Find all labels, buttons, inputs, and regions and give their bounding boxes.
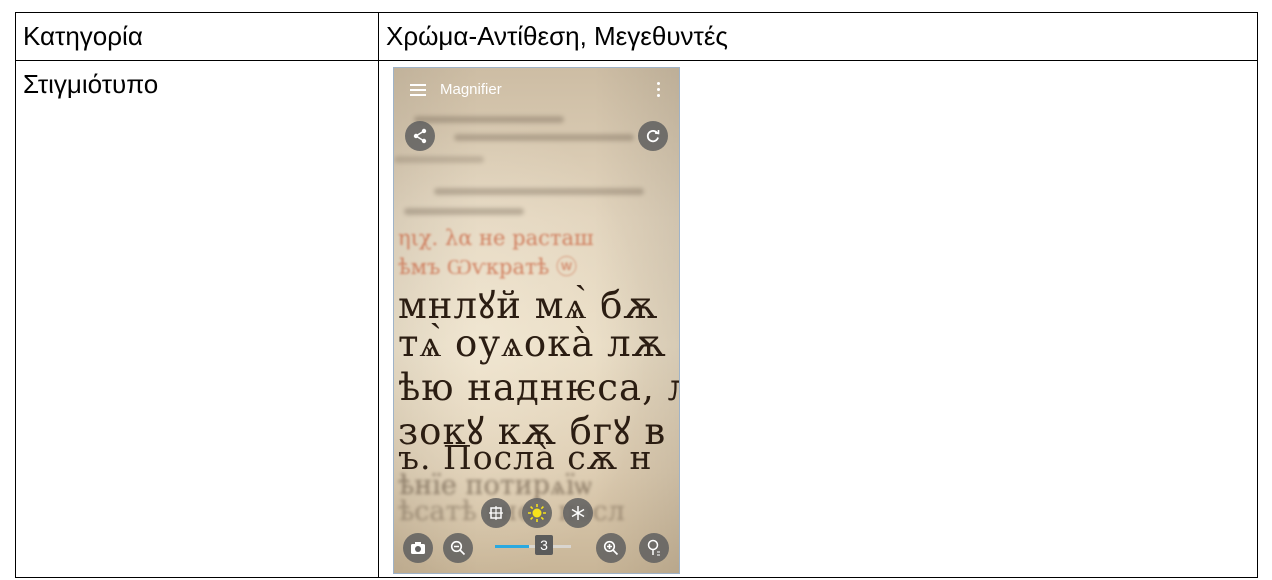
page-red-line-2: ѣмъ Ѡѵкратѣ ⓦ (398, 255, 577, 279)
app-title: Magnifier (440, 81, 502, 98)
zoom-slider-fill (495, 545, 530, 548)
blurred-text-line (414, 116, 564, 123)
blurred-text-line (434, 188, 644, 195)
blurred-text-line (454, 134, 634, 141)
zoom-slider[interactable] (495, 545, 571, 548)
zoom-in-icon[interactable] (596, 533, 626, 563)
camera-icon[interactable] (403, 533, 433, 563)
category-value: Χρώμα-Αντίθεση, Μεγεθυντές (386, 21, 728, 51)
brightness-icon[interactable] (522, 498, 552, 528)
more-options-icon[interactable] (657, 82, 661, 100)
category-label-cell: Κατηγορία (15, 12, 379, 61)
screenshot-label: Στιγμιότυπο (23, 69, 159, 99)
category-label: Κατηγορία (23, 21, 143, 51)
category-value-cell: Χρώμα-Αντίθεση, Μεγεθυντές (378, 12, 1258, 61)
screenshot-label-cell: Στιγμιότυπο (15, 60, 379, 578)
page-red-line-1: ηιχ. λα не расташ (398, 226, 594, 250)
refresh-icon[interactable] (638, 121, 668, 151)
page-line-2: тѧ̀ оуѧока̀ лѫ (398, 322, 667, 365)
focus-icon[interactable] (481, 498, 511, 528)
menu-icon[interactable] (410, 84, 426, 96)
magnifier-app-screenshot: ηιχ. λα не расташ ѣмъ Ѡѵкратѣ ⓦ мнлꙋй мѧ… (393, 67, 680, 574)
zoom-out-icon[interactable] (443, 533, 473, 563)
table-row-category: Κατηγορία Χρώμα-Αντίθεση, Μεγεθυντές (15, 12, 1258, 61)
page-line-3: ѣю наднѥса, л (398, 366, 680, 409)
blurred-text-line (404, 208, 524, 215)
share-icon[interactable] (405, 121, 435, 151)
app-bar: Magnifier (394, 68, 679, 110)
flashlight-icon[interactable] (639, 533, 669, 563)
blurred-text-line (394, 156, 484, 163)
zoom-level-indicator[interactable]: 3 (535, 535, 553, 555)
freeze-icon[interactable] (563, 498, 593, 528)
